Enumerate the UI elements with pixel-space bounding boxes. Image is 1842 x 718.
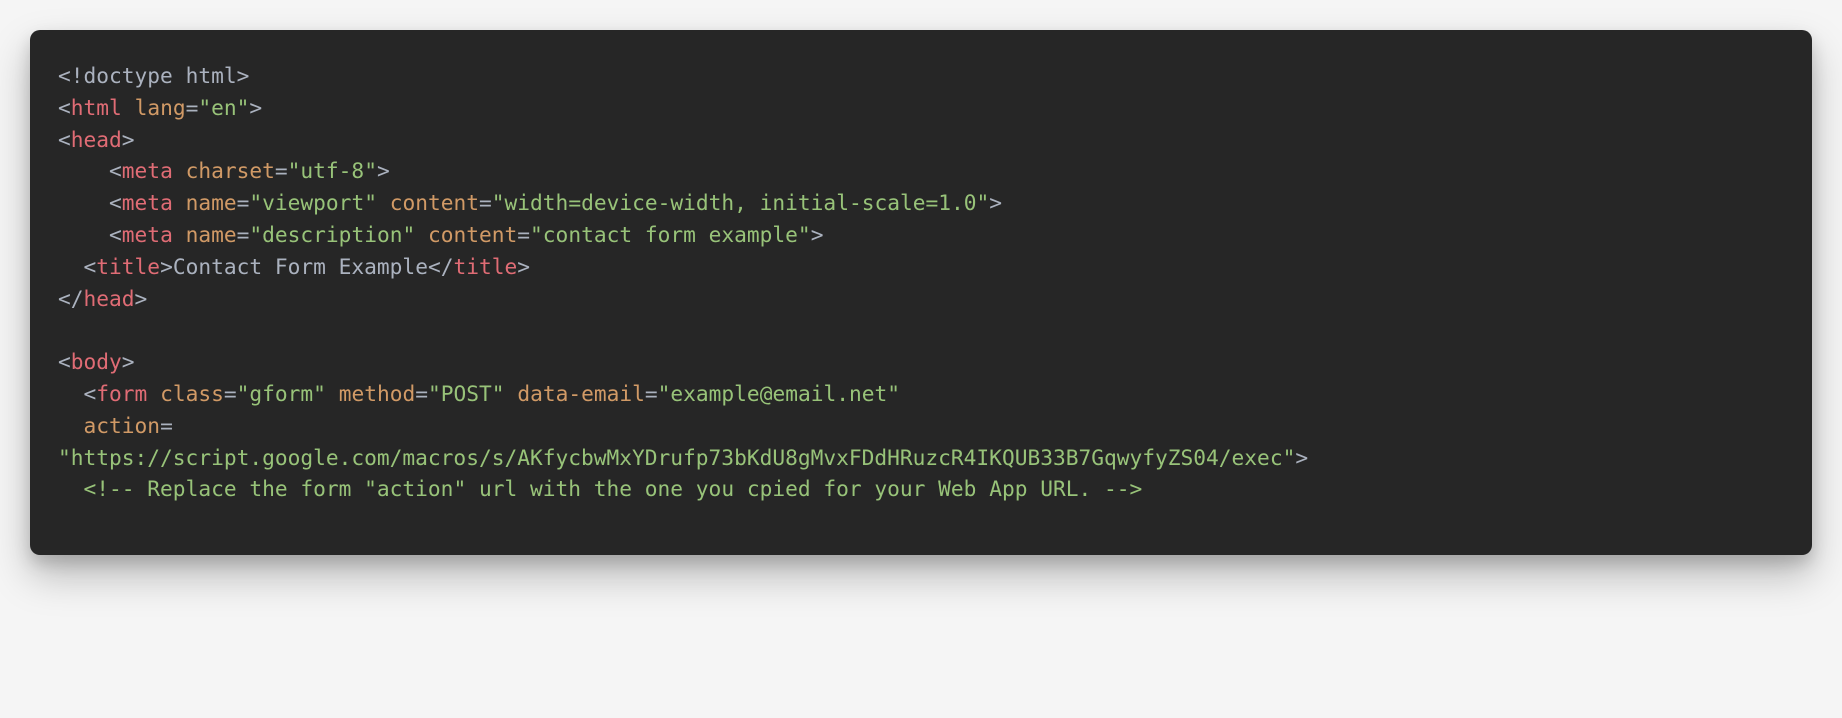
punct: > xyxy=(122,349,135,374)
punct: < xyxy=(58,127,71,152)
doctype-html: html xyxy=(186,63,237,88)
punct: > xyxy=(989,190,1002,215)
attr-value: "viewport" xyxy=(249,190,377,215)
code-line-2: <html lang="en"> xyxy=(58,95,262,120)
attr-value: "example@email.net" xyxy=(658,381,900,406)
attr-name: name xyxy=(186,190,237,215)
punct: = xyxy=(237,222,250,247)
attr-value: "POST" xyxy=(428,381,505,406)
doctype-keyword: doctype xyxy=(84,63,173,88)
punct: > xyxy=(160,254,173,279)
tag-head-close: head xyxy=(84,286,135,311)
attr-value-url: "https://script.google.com/macros/s/AKfy… xyxy=(58,445,1295,470)
tag-title: title xyxy=(96,254,160,279)
punct: = xyxy=(517,222,530,247)
punct: = xyxy=(237,190,250,215)
attr-value: "description" xyxy=(249,222,415,247)
punct: = xyxy=(275,158,288,183)
attr-value: "en" xyxy=(198,95,249,120)
punct: = xyxy=(224,381,237,406)
attr-data-email: data-email xyxy=(517,381,645,406)
punct: < xyxy=(109,190,122,215)
title-text: Contact Form Example xyxy=(173,254,428,279)
punct: < xyxy=(84,381,97,406)
code-line-5: <meta name="viewport" content="width=dev… xyxy=(58,190,1002,215)
code-line-13: "https://script.google.com/macros/s/AKfy… xyxy=(58,445,1308,470)
code-line-4: <meta charset="utf-8"> xyxy=(58,158,390,183)
punct: > xyxy=(1295,445,1308,470)
punct: = xyxy=(479,190,492,215)
tag-html: html xyxy=(71,95,122,120)
attr-value: "contact form example" xyxy=(530,222,811,247)
attr-value: "utf-8" xyxy=(288,158,377,183)
tag-meta: meta xyxy=(122,158,173,183)
code-line-3: <head> xyxy=(58,127,135,152)
attr-method: method xyxy=(339,381,416,406)
code-line-14: <!-- Replace the form "action" url with … xyxy=(58,476,1142,501)
code-line-12: action= xyxy=(58,413,173,438)
punct: > xyxy=(811,222,824,247)
punct: > xyxy=(377,158,390,183)
code-line-8: </head> xyxy=(58,286,147,311)
code-line-10: <body> xyxy=(58,349,135,374)
punct: > xyxy=(249,95,262,120)
tag-head: head xyxy=(71,127,122,152)
punct: > xyxy=(135,286,148,311)
punct: < xyxy=(109,222,122,247)
punct: < xyxy=(58,349,71,374)
code-line-1: <!doctype html> xyxy=(58,63,249,88)
comment-text: <!-- Replace the form "action" url with … xyxy=(84,476,1143,501)
tag-form: form xyxy=(96,381,147,406)
punct: > xyxy=(517,254,530,279)
tag-body: body xyxy=(71,349,122,374)
punct: < xyxy=(84,254,97,279)
punct: </ xyxy=(428,254,454,279)
tag-title-close: title xyxy=(453,254,517,279)
code-line-7: <title>Contact Form Example</title> xyxy=(58,254,530,279)
punct: = xyxy=(645,381,658,406)
punct: > xyxy=(237,63,250,88)
punct: < xyxy=(58,95,71,120)
code-line-6: <meta name="description" content="contac… xyxy=(58,222,823,247)
punct: <! xyxy=(58,63,84,88)
attr-action: action xyxy=(84,413,161,438)
code-block: <!doctype html> <html lang="en"> <head> … xyxy=(30,30,1812,555)
attr-class: class xyxy=(160,381,224,406)
attr-charset: charset xyxy=(186,158,275,183)
punct: </ xyxy=(58,286,84,311)
punct: = xyxy=(186,95,199,120)
attr-value: "width=device-width, initial-scale=1.0" xyxy=(492,190,989,215)
attr-content: content xyxy=(428,222,517,247)
punct: > xyxy=(122,127,135,152)
tag-meta: meta xyxy=(122,190,173,215)
code-line-11: <form class="gform" method="POST" data-e… xyxy=(58,381,900,406)
attr-content: content xyxy=(390,190,479,215)
punct: = xyxy=(415,381,428,406)
punct: = xyxy=(160,413,173,438)
punct: < xyxy=(109,158,122,183)
attr-lang: lang xyxy=(135,95,186,120)
tag-meta: meta xyxy=(122,222,173,247)
attr-value: "gform" xyxy=(237,381,326,406)
code-content: <!doctype html> <html lang="en"> <head> … xyxy=(58,60,1784,505)
attr-name: name xyxy=(186,222,237,247)
